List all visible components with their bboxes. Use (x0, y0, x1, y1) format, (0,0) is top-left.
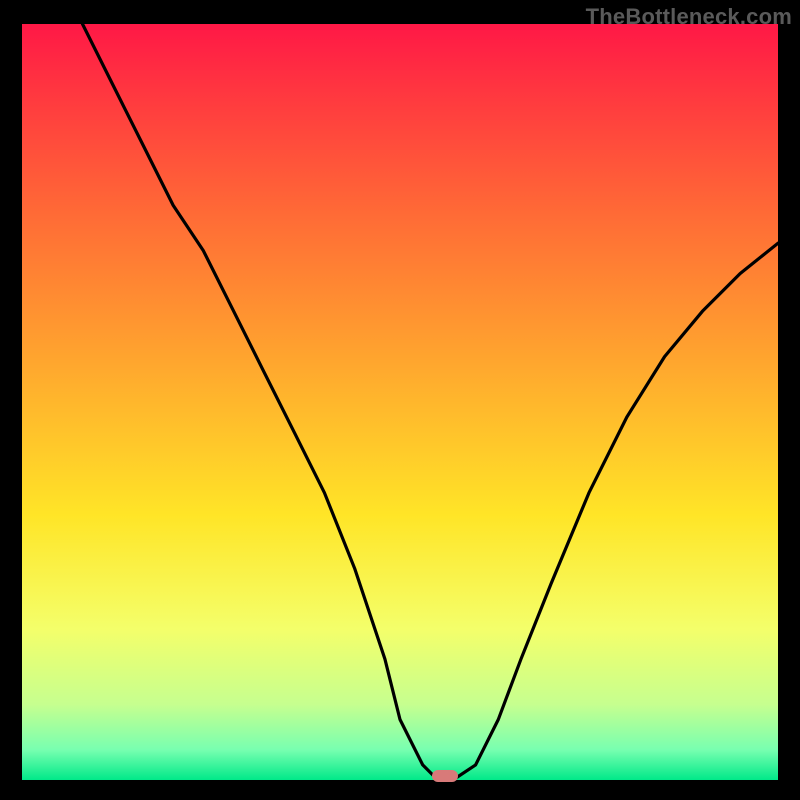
plot-area (22, 24, 778, 780)
bottleneck-curve (22, 24, 778, 780)
optimal-marker (432, 770, 458, 782)
stage: TheBottleneck.com (0, 0, 800, 800)
watermark-text: TheBottleneck.com (586, 4, 792, 30)
